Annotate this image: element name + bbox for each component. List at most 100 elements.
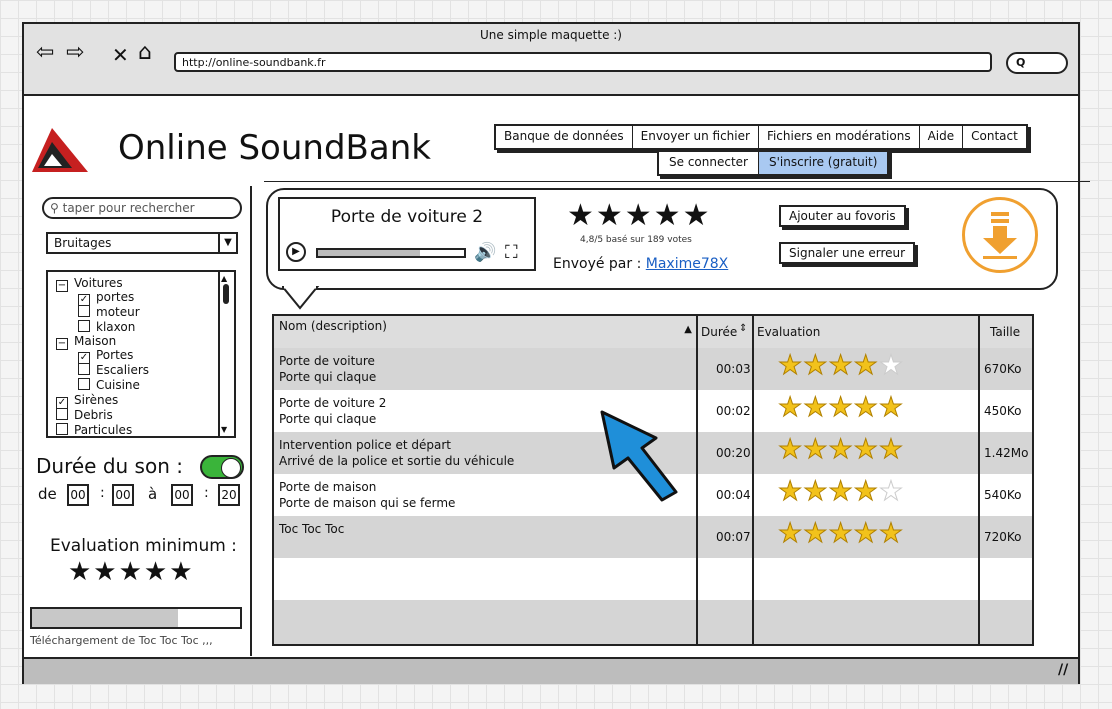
star-icon: ★	[828, 350, 854, 381]
duration-toggle[interactable]	[200, 455, 244, 479]
seekbar-fill	[318, 250, 421, 256]
row-name: Porte de voiture	[279, 354, 375, 368]
sender-info: Envoyé par : Maxime78X	[553, 256, 728, 272]
table-row[interactable]: Porte de voiture Porte qui claque 00:03 ★★★…	[274, 348, 1032, 390]
stop-icon[interactable]: ✕	[112, 44, 129, 66]
column-divider	[696, 316, 698, 644]
tree-item[interactable]: ✓ portes	[78, 290, 134, 306]
menu-item-contact[interactable]: Contact	[963, 126, 1026, 148]
sender-link[interactable]: Maxime78X	[646, 256, 729, 272]
star-icon: ★	[853, 476, 879, 507]
row-rating-stars: ★★★★★	[777, 434, 904, 465]
scroll-up-icon[interactable]: ▲	[221, 274, 227, 283]
divider	[264, 181, 1090, 182]
star-icon: ★	[777, 434, 804, 465]
scroll-thumb[interactable]	[223, 284, 229, 304]
download-button[interactable]	[962, 197, 1038, 273]
column-divider	[978, 316, 980, 644]
star-icon: ★	[853, 392, 879, 423]
row-size: 1.42Mo	[984, 446, 1029, 460]
row-name: Intervention police et départ	[279, 438, 451, 452]
download-progress	[30, 607, 242, 629]
url-bar[interactable]: http://online-soundbank.fr	[174, 52, 992, 72]
search-placeholder: taper pour rechercher	[62, 201, 195, 215]
player-seekbar[interactable]	[316, 248, 466, 258]
star-icon: ★	[853, 434, 879, 465]
home-icon[interactable]: ⌂	[138, 42, 152, 64]
column-header-name[interactable]: Nom (description) ▲	[274, 316, 696, 348]
row-rating-stars: ★★★★★	[777, 476, 904, 507]
category-select[interactable]: Bruitages ▼	[46, 232, 238, 254]
sound-votes: 4,8/5 basé sur 189 votes	[580, 235, 692, 245]
to-label: à	[148, 485, 158, 503]
logo-icon	[32, 128, 88, 172]
play-icon[interactable]: ▶	[286, 242, 306, 262]
star-icon: ★	[878, 518, 905, 549]
sidebar-divider	[250, 186, 252, 656]
menu-item-help[interactable]: Aide	[920, 126, 964, 148]
menu-item-upload[interactable]: Envoyer un fichier	[633, 126, 759, 148]
tree-scrollbar[interactable]: ▲ ▼	[218, 272, 234, 436]
column-header-duration[interactable]: Durée ⇕	[698, 316, 752, 348]
search-input[interactable]: ⚲ taper pour rechercher	[42, 197, 242, 219]
to-hours-input[interactable]: 00	[171, 484, 193, 506]
row-duration: 00:20	[716, 446, 751, 460]
duration-label: Durée du son :	[36, 454, 183, 478]
tree-item[interactable]: Cuisine	[78, 378, 140, 392]
star-icon: ★	[803, 392, 829, 423]
tree-item[interactable]: Particules	[56, 423, 132, 436]
row-duration: 00:07	[716, 530, 751, 544]
forward-icon[interactable]: ⇨	[66, 42, 84, 64]
main-menu: Banque de données Envoyer un fichier Fic…	[494, 124, 1028, 150]
resize-grip-icon[interactable]: //	[1058, 662, 1068, 678]
sender-label: Envoyé par :	[553, 256, 642, 272]
row-duration: 00:04	[716, 488, 751, 502]
from-minutes-input[interactable]: 00	[112, 484, 134, 506]
tree-item[interactable]: Escaliers	[78, 363, 149, 377]
download-status: Téléchargement de Toc Toc Toc ,,,	[30, 634, 213, 647]
fullscreen-icon[interactable]: ⛶	[505, 242, 518, 263]
row-size: 540Ko	[984, 488, 1022, 502]
favorite-button[interactable]: Ajouter au fovoris	[779, 205, 906, 227]
volume-icon[interactable]: 🔊	[474, 242, 496, 263]
chevron-down-icon[interactable]: ▼	[218, 234, 236, 252]
star-icon: ★	[853, 350, 879, 381]
report-button[interactable]: Signaler une erreur	[779, 242, 916, 264]
auth-menu: Se connecter S'inscrire (gratuit)	[657, 150, 890, 176]
category-value: Bruitages	[54, 236, 112, 250]
from-label: de	[38, 485, 57, 503]
row-name: Porte de voiture 2	[279, 396, 387, 410]
menu-item-moderation[interactable]: Fichiers en modérations	[759, 126, 920, 148]
back-icon[interactable]: ⇦	[36, 42, 54, 64]
window-title: Une simple maquette :)	[480, 28, 622, 42]
sort-asc-icon[interactable]: ▲	[684, 324, 692, 335]
login-button[interactable]: Se connecter	[659, 152, 758, 174]
player-title: Porte de voiture 2	[330, 207, 484, 227]
column-header-size[interactable]: Taille	[980, 316, 1032, 348]
tree-item[interactable]: Debris	[56, 408, 113, 422]
star-icon: ★	[828, 392, 854, 423]
search-icon: ⚲	[50, 201, 59, 215]
status-bar	[24, 657, 1078, 684]
star-icon: ★	[828, 518, 854, 549]
row-description: Porte qui claque	[279, 370, 377, 384]
row-description: Porte de maison qui se ferme	[279, 496, 456, 510]
tree-item[interactable]: klaxon	[78, 320, 135, 334]
scroll-down-icon[interactable]: ▼	[221, 425, 227, 434]
tree-item[interactable]: ✓ Portes	[78, 348, 133, 364]
to-minutes-input[interactable]: 20	[218, 484, 240, 506]
star-icon: ★	[803, 476, 829, 507]
rating-filter-stars[interactable]: ★★★★★	[68, 557, 195, 587]
from-hours-input[interactable]: 00	[67, 484, 89, 506]
tree-item[interactable]: moteur	[78, 305, 140, 319]
browser-search-button[interactable]: Q	[1006, 52, 1068, 74]
menu-item-database[interactable]: Banque de données	[496, 126, 633, 148]
tree-item[interactable]: ✓ Sirènes	[56, 393, 118, 409]
star-icon: ★	[853, 518, 879, 549]
table-row[interactable]: Toc Toc Toc 00:07 ★★★★★ 720Ko	[274, 516, 1032, 558]
sort-icon[interactable]: ⇕	[739, 323, 747, 334]
column-header-rating[interactable]: Evaluation	[754, 316, 978, 348]
category-tree: − Voitures ✓ portes moteur klaxon − Maison …	[46, 270, 236, 438]
row-description: Arrivé de la police et sortie du véhicul…	[279, 454, 515, 468]
signup-button[interactable]: S'inscrire (gratuit)	[757, 152, 888, 174]
